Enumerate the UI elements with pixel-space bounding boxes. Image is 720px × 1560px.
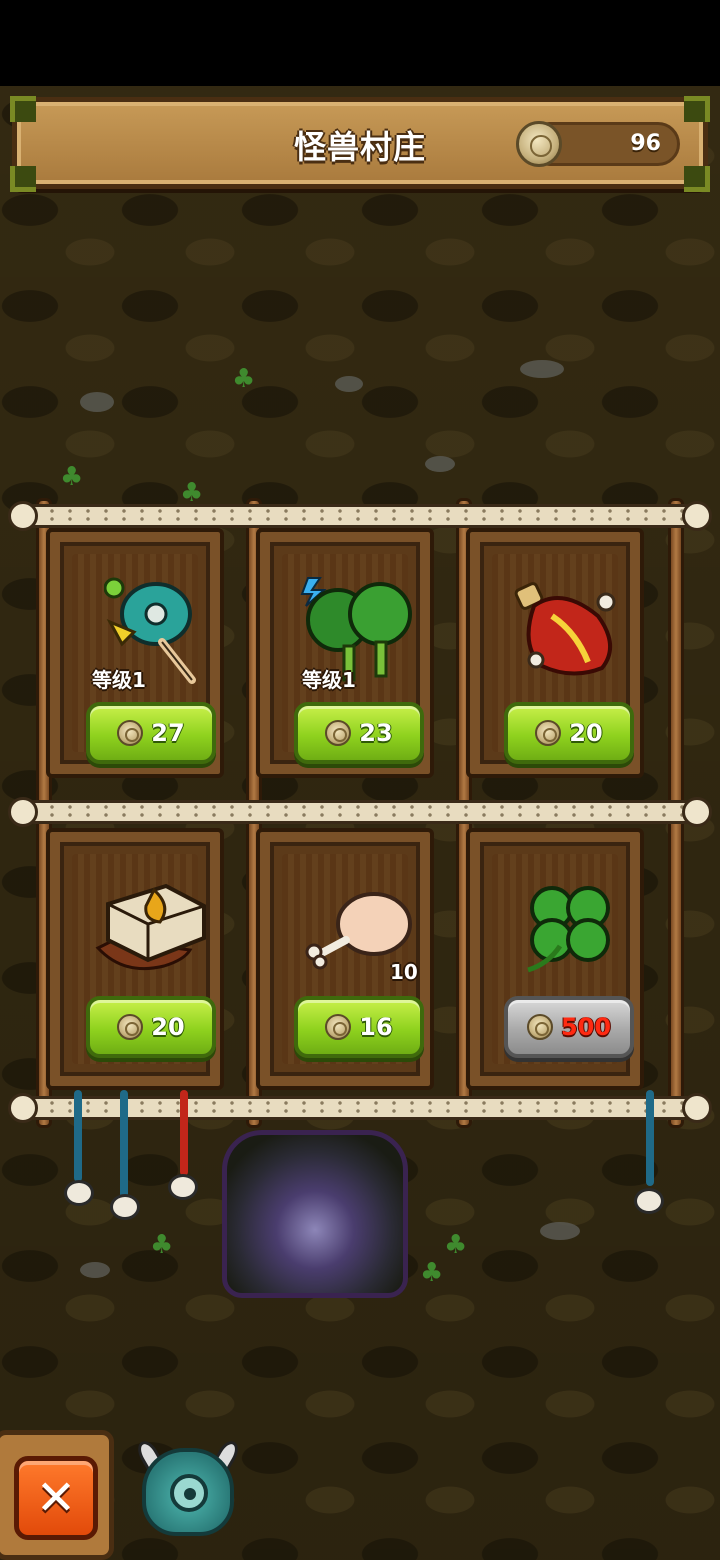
bone-end [8,1093,38,1123]
monster-portal[interactable] [222,1130,408,1298]
cactus-decoration: ♣ [444,1230,468,1260]
buy-button-red-potion[interactable]: 20 [504,702,634,764]
red-potion-icon[interactable] [512,576,624,680]
close-button[interactable]: ✕ [14,1456,98,1540]
rock-decoration [425,456,455,472]
price-label: 23 [359,719,393,747]
skull-charm [64,1180,94,1206]
price-label: 27 [151,719,185,747]
close-icon: ✕ [35,1470,77,1526]
header-corner [10,166,36,192]
buy-button-bird-monster[interactable]: 27 [86,702,216,764]
header-corner [10,96,36,122]
bone-end [682,501,712,531]
header-corner [684,166,710,192]
rock-decoration [540,1222,580,1240]
coin-count: 96 [630,131,661,156]
hanging-hook [180,1090,188,1176]
coin-icon [117,720,144,746]
cactus-decoration: ♣ [60,462,84,492]
coin-icon [117,1014,144,1040]
skull-charm [168,1174,198,1200]
price-label: 20 [569,719,603,747]
cactus-decoration: ♣ [150,1230,174,1260]
buy-button-chicken-leg[interactable]: 16 [294,996,424,1058]
price-label: 500 [560,1013,612,1041]
bone-end [682,797,712,827]
coin-icon [325,720,352,746]
bone-end [682,1093,712,1123]
buy-button-broccoli-monster[interactable]: 23 [294,702,424,764]
cactus-decoration: ♣ [420,1258,444,1288]
hanging-hook [74,1090,82,1182]
price-label: 16 [359,1013,393,1041]
level-label: 等级1 [92,668,146,692]
bone-rail [22,800,698,824]
skull-charm [634,1188,664,1214]
level-label: 等级1 [302,668,356,692]
cactus-decoration: ♣ [232,364,256,394]
clover-icon[interactable] [520,876,620,976]
rock-decoration [335,376,363,392]
hanging-hook [120,1090,128,1198]
coin-icon [516,121,562,167]
coin-icon [526,1014,553,1040]
monster-eye [170,1474,208,1512]
rock-decoration [80,392,114,412]
rock-decoration [80,1262,110,1278]
bone-rail [22,504,698,528]
bone-end [8,797,38,827]
cake-icon[interactable] [94,876,210,976]
bone-end [8,501,38,531]
price-label: 20 [151,1013,185,1041]
status-bar [0,0,720,86]
coin-icon [325,1014,352,1040]
quantity-label: 10 [390,960,418,984]
header-corner [684,96,710,122]
chicken-leg-icon[interactable] [302,890,414,970]
buy-button-clover[interactable]: 500 [504,996,634,1058]
skull-charm [110,1194,140,1220]
coin-icon [535,720,562,746]
rock-decoration [520,360,564,378]
hanging-hook [646,1090,654,1186]
buy-button-cake[interactable]: 20 [86,996,216,1058]
